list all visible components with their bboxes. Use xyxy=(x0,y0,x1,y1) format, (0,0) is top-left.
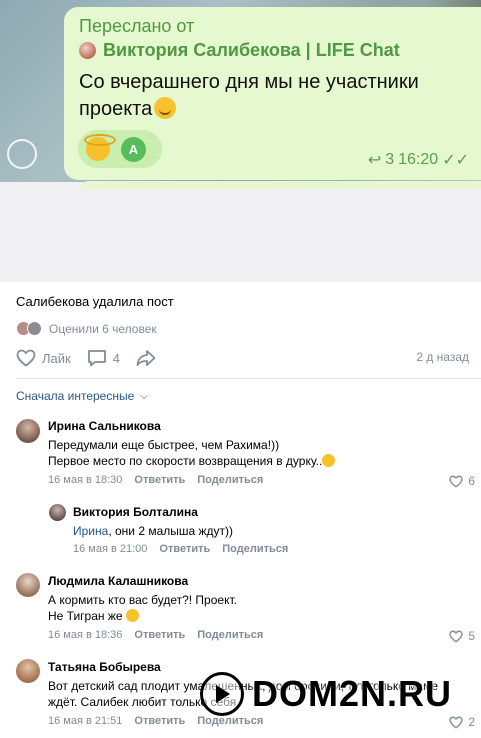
comment-like-button[interactable]: 2 xyxy=(449,715,475,729)
forwarded-author-name: Виктория Салибекова | LIFE Chat xyxy=(103,40,400,60)
comment-meta: 16 мая в 21:51 Ответить Поделиться xyxy=(48,715,263,727)
heart-icon xyxy=(449,716,463,729)
comment-likes: 2 xyxy=(468,715,475,729)
comment-meta: 16 мая в 18:30 Ответить Поделиться xyxy=(48,474,263,486)
reply-button[interactable]: Ответить xyxy=(134,474,185,486)
selection-circle-icon xyxy=(7,139,37,169)
heart-icon xyxy=(449,630,463,643)
message-bubble: Переслано от Виктория Салибекова | LIFE … xyxy=(64,7,481,180)
forwarded-screenshot: Переслано от Виктория Салибекова | LIFE … xyxy=(0,0,481,282)
play-icon xyxy=(200,672,244,716)
next-message-bubble xyxy=(80,181,481,189)
heart-icon xyxy=(16,349,36,367)
forward-count: 3 xyxy=(385,151,395,168)
comment-text: Передумали еще быстрее, чем Рахима!)) Пе… xyxy=(48,437,336,469)
comments-button[interactable]: 4 xyxy=(87,349,120,367)
share-comment-button[interactable]: Поделиться xyxy=(197,474,263,486)
heart-icon xyxy=(449,475,463,488)
forwarded-label: Переслано от xyxy=(79,16,195,36)
comment-meta: 16 мая в 18:36 Ответить Поделиться xyxy=(48,629,263,641)
author-avatar xyxy=(79,42,96,59)
comment-reply: Виктория Болталина Ирина, они 2 малыша ж… xyxy=(0,500,481,560)
watermark: DOM2N.RU xyxy=(200,672,452,716)
avatar[interactable] xyxy=(16,573,40,597)
angel-emoji-icon xyxy=(84,134,116,161)
share-icon xyxy=(136,350,156,366)
avatar[interactable] xyxy=(49,504,66,521)
smile-emoji-icon xyxy=(322,454,336,467)
post-text: Салибекова удалила пост xyxy=(16,294,174,309)
share-comment-button[interactable]: Поделиться xyxy=(222,543,288,555)
post-actions: Лайк 4 2 д назад xyxy=(16,347,477,369)
like-button[interactable]: Лайк xyxy=(16,349,71,367)
reactions-pill[interactable]: А xyxy=(78,130,162,168)
comment-text: Ирина, они 2 малыша ждут)) xyxy=(73,524,234,538)
comments-count: 4 xyxy=(112,350,120,366)
watermark-text: DOM2N.RU xyxy=(252,673,453,714)
liked-by-text: Оценили 6 человек xyxy=(49,321,157,336)
reply-button[interactable]: Ответить xyxy=(134,715,185,727)
avatar[interactable] xyxy=(16,659,40,683)
comment-author[interactable]: Людмила Калашникова xyxy=(48,574,188,588)
divider xyxy=(16,378,481,379)
comment-date[interactable]: 16 мая в 18:30 xyxy=(48,474,122,486)
hugging-emoji-icon xyxy=(154,97,177,119)
comment-date[interactable]: 16 мая в 18:36 xyxy=(48,629,122,641)
comment-like-button[interactable]: 6 xyxy=(449,474,475,488)
share-comment-button[interactable]: Поделиться xyxy=(197,629,263,641)
comment: Ирина Сальникова Передумали еще быстрее,… xyxy=(0,415,481,495)
reply-button[interactable]: Ответить xyxy=(159,543,210,555)
reply-button[interactable]: Ответить xyxy=(134,629,185,641)
comment-author[interactable]: Татьяна Бобырева xyxy=(48,660,161,674)
comment-author[interactable]: Виктория Болталина xyxy=(73,505,198,519)
comment-like-button[interactable]: 5 xyxy=(449,629,475,643)
comment-author[interactable]: Ирина Сальникова xyxy=(48,419,161,433)
share-button[interactable] xyxy=(136,349,162,367)
reaction-avatar: А xyxy=(121,136,146,162)
chevron-down-icon: ⌵ xyxy=(140,390,148,402)
reply-to-link[interactable]: Ирина xyxy=(73,524,108,538)
message-text: Со вчерашнего дня мы не участники проект… xyxy=(79,71,419,120)
comment-likes: 6 xyxy=(468,474,475,488)
liked-by-row[interactable]: Оценили 6 человек xyxy=(16,321,157,336)
comment-text: А кормить кто вас будет?! Проект. Не Тиг… xyxy=(48,593,237,623)
comment-likes: 5 xyxy=(468,629,475,643)
comment-date[interactable]: 16 мая в 21:00 xyxy=(73,543,147,555)
liker-avatar xyxy=(27,321,42,336)
message-meta: ↩ 3 16:20 ✓✓ xyxy=(368,150,469,170)
smirk-emoji-icon xyxy=(125,609,139,622)
comment: Людмила Калашникова А кормить кто вас бу… xyxy=(0,570,481,648)
message-time: 16:20 xyxy=(398,151,439,168)
double-check-icon: ✓✓ xyxy=(442,152,469,169)
forward-arrow-icon: ↩ xyxy=(367,152,382,169)
forwarded-author[interactable]: Виктория Салибекова | LIFE Chat xyxy=(79,40,400,61)
comment-date[interactable]: 16 мая в 21:51 xyxy=(48,715,122,727)
avatar[interactable] xyxy=(16,419,40,443)
share-comment-button[interactable]: Поделиться xyxy=(197,715,263,727)
post-time: 2 д назад xyxy=(416,350,469,364)
comment-meta: 16 мая в 21:00 Ответить Поделиться xyxy=(73,543,288,555)
comment-icon xyxy=(87,350,106,367)
like-label: Лайк xyxy=(42,350,71,366)
comments-sort-dropdown[interactable]: Сначала интересные ⌵ xyxy=(16,389,148,403)
sort-label: Сначала интересные xyxy=(16,389,135,403)
